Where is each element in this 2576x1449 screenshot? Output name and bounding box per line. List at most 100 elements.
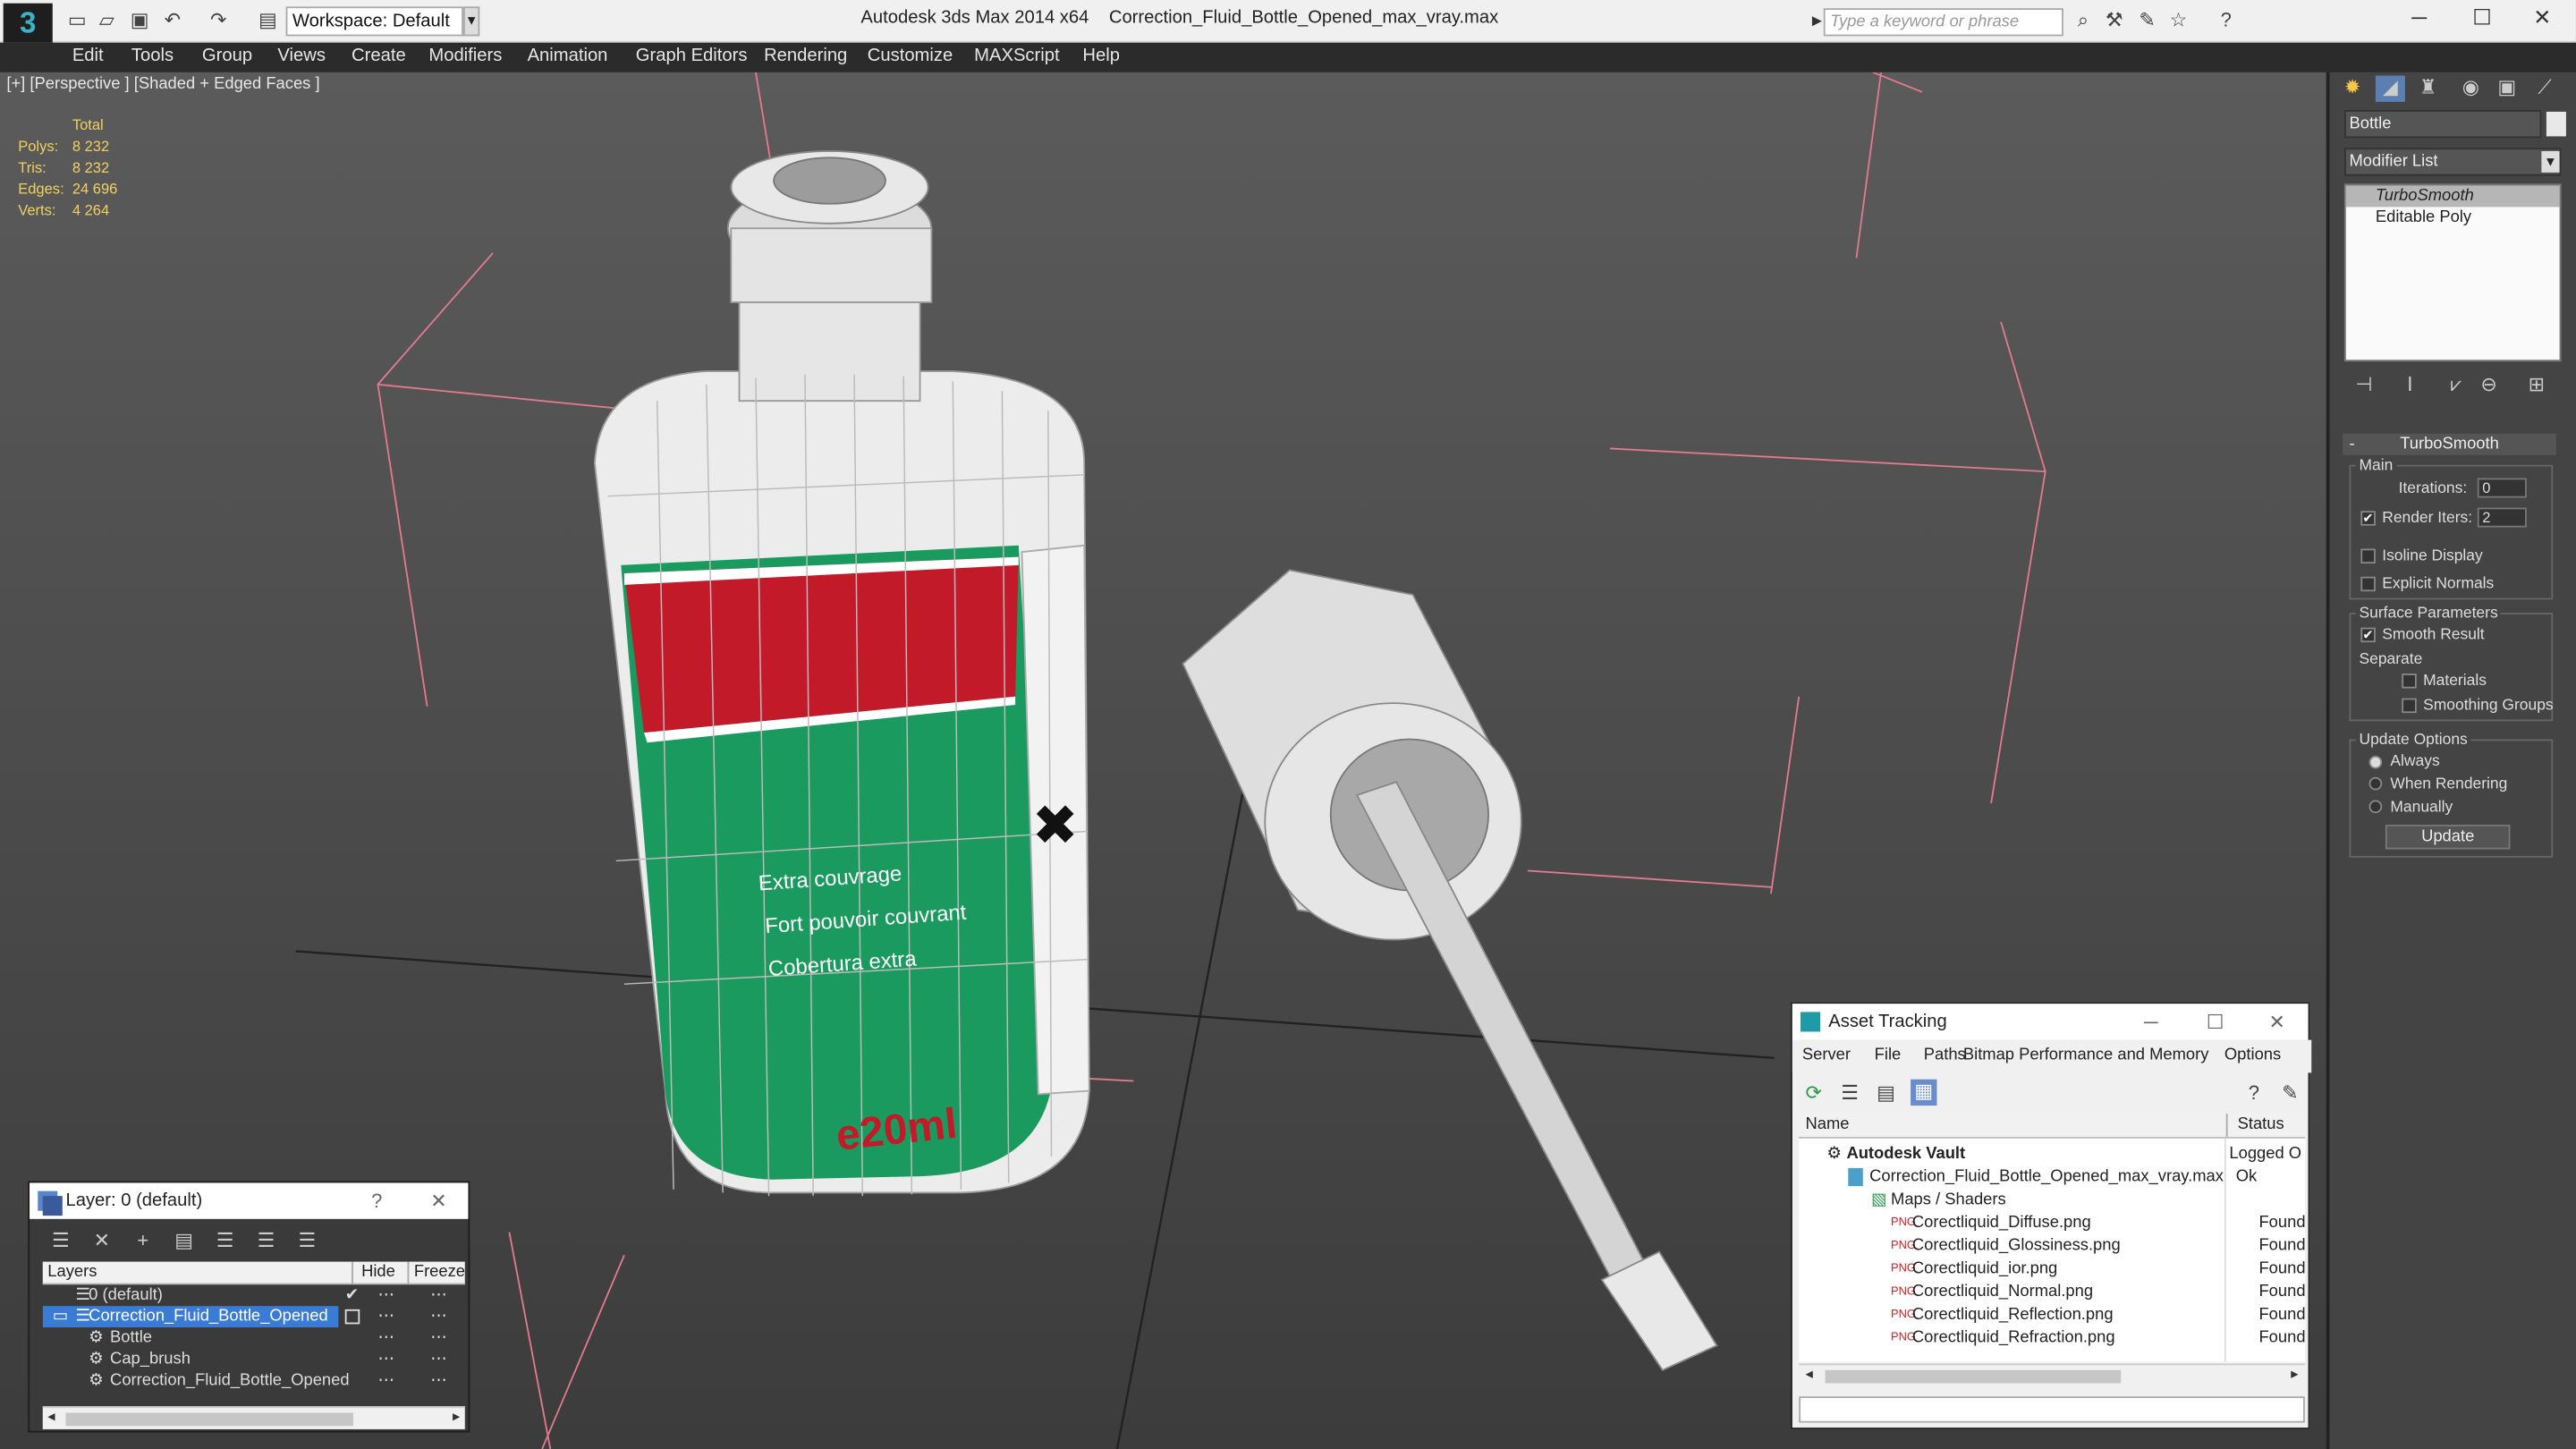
- col-freeze[interactable]: Freeze: [407, 1261, 465, 1285]
- render-iters-checkbox[interactable]: ✔: [2360, 511, 2376, 526]
- display-tab-icon[interactable]: ▣: [2492, 75, 2521, 101]
- undo-icon[interactable]: ↶: [161, 8, 184, 31]
- asset-row[interactable]: PNG Corectliquid_Diffuse.png Found: [1799, 1212, 2305, 1235]
- thumbnail-view-icon[interactable]: ▤: [1875, 1081, 1898, 1105]
- minimize-icon[interactable]: ─: [2144, 1004, 2158, 1039]
- help-icon[interactable]: ?: [2215, 8, 2238, 31]
- smooth-result-checkbox[interactable]: ✔: [2360, 627, 2376, 643]
- project-folder-icon[interactable]: ▤: [257, 8, 280, 31]
- modifier-list-dropdown[interactable]: Modifier List: [2343, 148, 2562, 176]
- menu-animation[interactable]: Animation: [528, 46, 608, 65]
- scroll-thumb[interactable]: [1825, 1369, 2122, 1384]
- layer-row[interactable]: ⚙ Correction_Fluid_Bottle_Opened ⋯ ⋯: [43, 1370, 465, 1392]
- isoline-display-checkbox[interactable]: [2360, 548, 2376, 564]
- layer-horizontal-scrollbar[interactable]: ◂ ▸: [42, 1406, 465, 1429]
- asset-row[interactable]: PNG Corectliquid_Reflection.png Found: [1799, 1304, 2305, 1327]
- open-file-icon[interactable]: ▱: [96, 8, 119, 31]
- stack-item-editable-poly[interactable]: Editable Poly: [2346, 207, 2560, 228]
- configure-sets-icon[interactable]: ⊞: [2521, 373, 2551, 399]
- table-view-icon[interactable]: ▦: [1911, 1079, 1937, 1106]
- highlight-layer-icon[interactable]: ☰: [214, 1229, 237, 1252]
- asset-row[interactable]: ⚙ Autodesk Vault Logged O: [1799, 1143, 2305, 1166]
- asset-window-title[interactable]: Asset Tracking: [1792, 1004, 2309, 1040]
- make-unique-icon[interactable]: ⩗: [2441, 373, 2470, 399]
- hide-all-icon[interactable]: ☰: [255, 1229, 278, 1252]
- binoculars-icon[interactable]: ⌕: [2072, 8, 2095, 31]
- pin-stack-icon[interactable]: ⊣: [2349, 373, 2378, 399]
- chevron-down-icon[interactable]: ▼: [2541, 150, 2560, 173]
- modify-tab-icon[interactable]: ◢: [2375, 75, 2405, 102]
- asset-row[interactable]: PNG Corectliquid_Glossiness.png Found: [1799, 1235, 2305, 1258]
- asset-settings-icon[interactable]: ✎: [2279, 1081, 2302, 1105]
- redo-icon[interactable]: ↷: [207, 8, 230, 31]
- communication-icon[interactable]: ✎: [2136, 8, 2159, 31]
- show-end-result-icon[interactable]: Ⅰ: [2395, 373, 2425, 399]
- create-tab-icon[interactable]: ✹: [2338, 75, 2368, 101]
- motion-tab-icon[interactable]: ◉: [2456, 75, 2486, 101]
- remove-modifier-icon[interactable]: ⊖: [2474, 373, 2504, 399]
- maximize-icon[interactable]: ☐: [2472, 5, 2491, 31]
- utilities-tab-icon[interactable]: ⟋: [2530, 75, 2560, 101]
- iterations-spinner[interactable]: 0: [2477, 478, 2527, 498]
- select-objects-icon[interactable]: ▤: [173, 1229, 196, 1252]
- asset-row[interactable]: PNG Corectliquid_Refraction.png Found: [1799, 1327, 2305, 1351]
- viewport-label[interactable]: [+] [Perspective ] [Shaded + Edged Faces…: [6, 75, 319, 93]
- turbosmooth-rollout-header[interactable]: - TurboSmooth: [2343, 433, 2556, 455]
- create-layer-icon[interactable]: ☰: [49, 1229, 72, 1252]
- app-logo-icon[interactable]: 3: [3, 3, 53, 43]
- col-hide[interactable]: Hide: [352, 1261, 395, 1285]
- delete-layer-icon[interactable]: ✕: [90, 1229, 114, 1252]
- col-layers[interactable]: Layers: [47, 1262, 97, 1285]
- asset-horizontal-scrollbar[interactable]: ◂ ▸: [1799, 1363, 2305, 1389]
- close-icon[interactable]: ✕: [430, 1182, 446, 1218]
- new-file-icon[interactable]: ▭: [65, 8, 89, 31]
- asset-row[interactable]: ▧ Maps / Shaders: [1799, 1190, 2305, 1213]
- layer-window-title[interactable]: Layer: 0 (default): [30, 1182, 469, 1219]
- freeze-all-icon[interactable]: ☰: [296, 1229, 319, 1252]
- search-input[interactable]: Type a keyword or phrase: [1823, 8, 2063, 37]
- asset-menu-server[interactable]: Server: [1802, 1040, 1851, 1073]
- list-view-icon[interactable]: ☰: [1838, 1081, 1861, 1105]
- menu-group[interactable]: Group: [202, 46, 252, 65]
- menu-create[interactable]: Create: [352, 46, 406, 65]
- always-radio[interactable]: [2368, 755, 2383, 769]
- scroll-left-icon[interactable]: ◂: [47, 1408, 55, 1426]
- menu-maxscript[interactable]: MAXScript: [974, 46, 1059, 65]
- help-icon[interactable]: ?: [371, 1182, 382, 1218]
- hierarchy-tab-icon[interactable]: ♜: [2413, 75, 2443, 101]
- asset-menu-paths[interactable]: Paths: [1924, 1040, 1966, 1073]
- stack-item-turbosmooth[interactable]: TurboSmooth: [2345, 185, 2560, 208]
- materials-checkbox[interactable]: [2402, 674, 2417, 689]
- scroll-right-icon[interactable]: ▸: [2291, 1365, 2298, 1383]
- workspace-dropdown[interactable]: Workspace: Default: [285, 6, 463, 37]
- menu-modifiers[interactable]: Modifiers: [428, 46, 502, 65]
- explicit-normals-checkbox[interactable]: [2360, 576, 2376, 592]
- minimize-icon[interactable]: ─: [2411, 5, 2427, 30]
- save-file-icon[interactable]: ▣: [128, 8, 151, 31]
- chevron-down-icon[interactable]: ▼: [462, 6, 480, 37]
- menu-customize[interactable]: Customize: [868, 46, 953, 65]
- menu-tools[interactable]: Tools: [131, 46, 174, 65]
- menu-rendering[interactable]: Rendering: [764, 46, 847, 65]
- subscription-icon[interactable]: ⚒: [2103, 8, 2126, 31]
- current-layer-box[interactable]: [344, 1309, 360, 1325]
- close-icon[interactable]: ✕: [2268, 1004, 2284, 1039]
- favorites-star-icon[interactable]: ☆: [2167, 8, 2190, 31]
- asset-menu-bitmap-performance[interactable]: Bitmap Performance and Memory: [1963, 1040, 2209, 1073]
- scroll-left-icon[interactable]: ◂: [1806, 1365, 1813, 1383]
- close-icon[interactable]: ✕: [2533, 5, 2551, 31]
- menu-graph-editors[interactable]: Graph Editors: [636, 46, 748, 65]
- menu-help[interactable]: Help: [1082, 46, 1120, 65]
- menu-edit[interactable]: Edit: [72, 46, 104, 65]
- when-rendering-radio[interactable]: [2368, 776, 2383, 791]
- asset-help-icon[interactable]: ?: [2242, 1081, 2266, 1105]
- add-to-layer-icon[interactable]: +: [131, 1229, 155, 1252]
- asset-row[interactable]: PNG Corectliquid_Normal.png Found: [1799, 1282, 2305, 1305]
- layer-row[interactable]: ⚙ Cap_brush ⋯ ⋯: [43, 1349, 465, 1370]
- maximize-icon[interactable]: ☐: [2207, 1004, 2224, 1039]
- asset-row[interactable]: PNG Corectliquid_ior.png Found: [1799, 1258, 2305, 1282]
- col-status[interactable]: Status: [2225, 1114, 2284, 1137]
- asset-menu-options[interactable]: Options: [2224, 1040, 2281, 1073]
- object-name-field[interactable]: Bottle: [2343, 110, 2542, 139]
- asset-path-field[interactable]: [1799, 1396, 2305, 1423]
